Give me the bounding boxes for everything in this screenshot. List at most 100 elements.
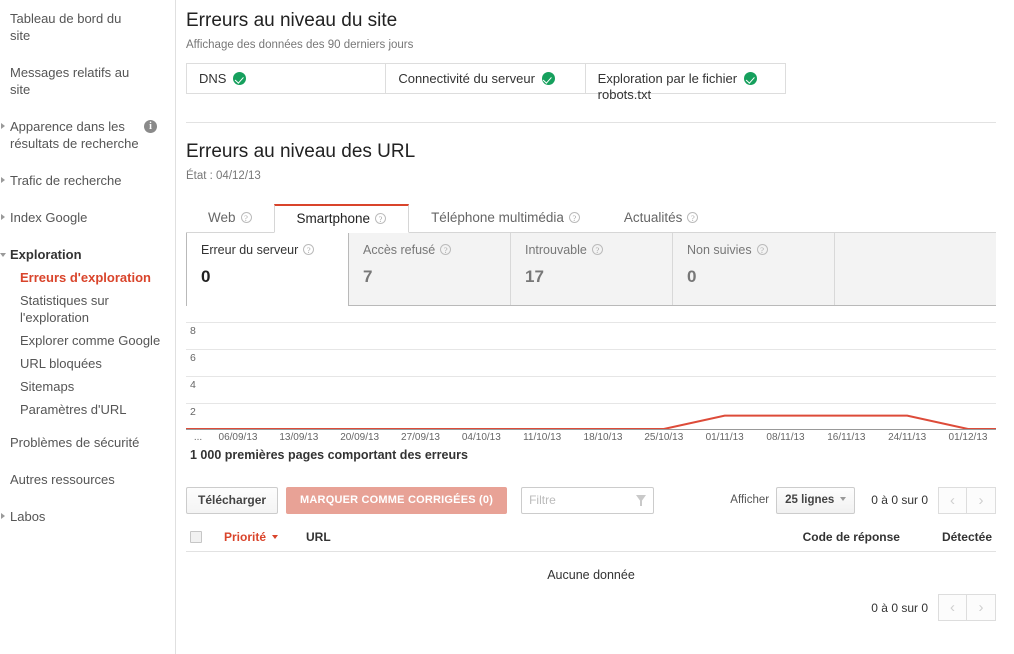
metric-label: Accès refusé?: [363, 243, 496, 257]
sidebar-subitem-label: Statistiques sur l'exploration: [20, 293, 109, 325]
sidebar-item-messages[interactable]: Messages relatifs au site: [0, 64, 175, 98]
chevron-down-icon: [0, 253, 6, 260]
sidebar-item-label: Messages relatifs au site: [10, 65, 130, 97]
site-error-cell-dns[interactable]: DNS: [187, 64, 387, 93]
error-metric-cards: Erreur du serveur? 0 Accès refusé? 7 Int…: [186, 233, 996, 306]
chart-plot-area: 2 4 6 8: [186, 308, 996, 430]
sidebar-item-label: Problèmes de sécurité: [10, 435, 140, 450]
chart-x-tick-labels: ... 06/09/13 13/09/13 20/09/13 27/09/13 04/10…: [186, 432, 996, 446]
metric-card-access-denied[interactable]: Accès refusé? 7: [349, 233, 511, 305]
errors-table: Priorité URL Code de réponse Détectée Au…: [186, 530, 996, 582]
help-icon[interactable]: ?: [687, 212, 699, 223]
tab-feature-phone[interactable]: Téléphone multimédia?: [409, 204, 602, 233]
chart-x-tick-label: 01/11/13: [705, 432, 744, 443]
sidebar-subitem-label: Sitemaps: [20, 379, 75, 394]
sidebar-item-blocked-urls[interactable]: URL bloquées: [0, 355, 175, 372]
prev-page-button[interactable]: ‹: [938, 486, 967, 514]
help-icon[interactable]: ?: [303, 244, 315, 255]
column-header-detected[interactable]: Détectée: [942, 530, 992, 544]
tab-label: Téléphone multimédia: [431, 210, 564, 225]
chevron-right-icon: [1, 214, 5, 220]
sidebar-item-exploration[interactable]: Exploration: [0, 246, 175, 263]
column-header-priority[interactable]: Priorité: [224, 530, 279, 544]
site-error-label-line1: Exploration par le fichier: [597, 71, 738, 86]
next-page-button[interactable]: ›: [967, 486, 996, 514]
help-icon[interactable]: ?: [756, 244, 768, 255]
sidebar-item-security-issues[interactable]: Problèmes de sécurité: [0, 434, 175, 451]
sidebar-item-label: Labos: [10, 509, 46, 524]
chart-y-tick-label: 4: [190, 378, 196, 391]
select-all-checkbox[interactable]: [190, 531, 202, 543]
site-error-cell-server-connectivity[interactable]: Connectivité du serveur: [386, 64, 586, 93]
sidebar-item-dashboard[interactable]: Tableau de bord du site: [0, 10, 175, 44]
chart-x-tick-label: 08/11/13: [766, 432, 805, 443]
chart-y-tick-label: 8: [190, 324, 196, 337]
chart-x-tick-label: 16/11/13: [827, 432, 866, 443]
sidebar-item-crawl-errors[interactable]: Erreurs d'exploration: [0, 269, 175, 286]
tab-news[interactable]: Actualités?: [602, 204, 721, 233]
column-header-response-code[interactable]: Code de réponse: [803, 530, 900, 544]
site-error-cell-robots-txt[interactable]: Exploration par le fichier robots.txt: [586, 64, 785, 102]
bottom-pagination-range: 0 à 0 sur 0: [871, 600, 928, 615]
tab-smartphone[interactable]: Smartphone?: [273, 204, 410, 233]
table-toolbar: Télécharger MARQUER COMME CORRIGÉES (0) …: [186, 486, 996, 514]
show-label: Afficher: [730, 494, 770, 506]
chart-x-tick-label: 11/10/13: [523, 432, 562, 443]
metric-card-not-found[interactable]: Introuvable? 17: [511, 233, 673, 305]
chart-gridline: [186, 402, 996, 404]
info-icon[interactable]: i: [144, 120, 157, 133]
bottom-prev-page-button[interactable]: ‹: [938, 594, 967, 621]
metric-card-server-error[interactable]: Erreur du serveur? 0: [186, 233, 349, 306]
mark-as-fixed-button[interactable]: MARQUER COMME CORRIGÉES (0): [286, 486, 508, 514]
sidebar: Tableau de bord du site Messages relatif…: [0, 0, 176, 654]
sidebar-item-other-resources[interactable]: Autres ressources: [0, 471, 175, 488]
bottom-next-page-button[interactable]: ›: [967, 594, 996, 621]
chart-x-tick-label: 20/09/13: [340, 432, 380, 443]
filter-field: [521, 486, 655, 514]
metric-label: Erreur du serveur?: [201, 243, 334, 257]
sidebar-item-labs[interactable]: Labos: [0, 508, 175, 525]
column-header-url[interactable]: URL: [306, 530, 331, 544]
bottom-pagination: 0 à 0 sur 0 ‹ ›: [186, 594, 996, 621]
help-icon[interactable]: ?: [591, 244, 603, 255]
metric-value: 0: [687, 267, 697, 286]
sidebar-item-google-index[interactable]: Index Google: [0, 209, 175, 226]
sidebar-subitems: Erreurs d'exploration Statistiques sur l…: [0, 269, 175, 418]
help-icon[interactable]: ?: [440, 244, 452, 255]
chart-gridline: [186, 375, 996, 377]
chart-x-axis: [186, 429, 996, 430]
sidebar-item-label: Index Google: [10, 210, 88, 225]
chart-y-tick-label: 6: [190, 351, 196, 364]
tab-label: Smartphone: [296, 211, 371, 226]
site-error-label: DNS: [199, 71, 227, 86]
chevron-right-icon: [1, 123, 5, 129]
chart-y-tick-label: 2: [190, 405, 196, 418]
site-error-label: Connectivité du serveur: [398, 71, 535, 86]
chart-line-svg: [186, 308, 996, 430]
rows-per-page-select[interactable]: 25 lignes: [776, 486, 856, 514]
chart-x-tick-label: 25/10/13: [644, 432, 684, 443]
chevron-right-icon: [1, 177, 5, 183]
download-button[interactable]: Télécharger: [186, 486, 279, 514]
url-errors-title: Erreurs au niveau des URL: [186, 141, 416, 162]
sidebar-item-search-traffic[interactable]: Trafic de recherche: [0, 172, 175, 189]
chart-caption: 1 000 premières pages comportant des err…: [190, 448, 468, 462]
sidebar-item-crawl-stats[interactable]: Statistiques sur l'exploration: [0, 292, 175, 326]
chart-x-tick-label: 13/09/13: [279, 432, 319, 443]
sidebar-item-url-parameters[interactable]: Paramètres d'URL: [0, 401, 175, 418]
site-error-label: Exploration par le fichier robots.txt: [597, 71, 738, 102]
metric-card-not-followed[interactable]: Non suivies? 0: [673, 233, 835, 305]
sidebar-item-sitemaps[interactable]: Sitemaps: [0, 378, 175, 395]
help-icon[interactable]: ?: [568, 212, 580, 223]
help-icon[interactable]: ?: [240, 212, 252, 223]
help-icon[interactable]: ?: [375, 213, 387, 224]
tab-web[interactable]: Web?: [186, 204, 274, 233]
site-errors-title: Erreurs au niveau du site: [186, 10, 398, 31]
chart-x-tick-label: 01/12/13: [948, 432, 988, 443]
filter-input[interactable]: [521, 486, 655, 514]
chevron-down-icon: [840, 496, 847, 501]
sidebar-item-label: Apparence dans les résultats de recherch…: [10, 119, 139, 151]
sidebar-item-fetch-as-google[interactable]: Explorer comme Google: [0, 332, 175, 349]
metric-label: Non suivies?: [687, 243, 820, 257]
sidebar-item-search-appearance[interactable]: Apparence dans les résultats de recherch…: [0, 118, 175, 152]
